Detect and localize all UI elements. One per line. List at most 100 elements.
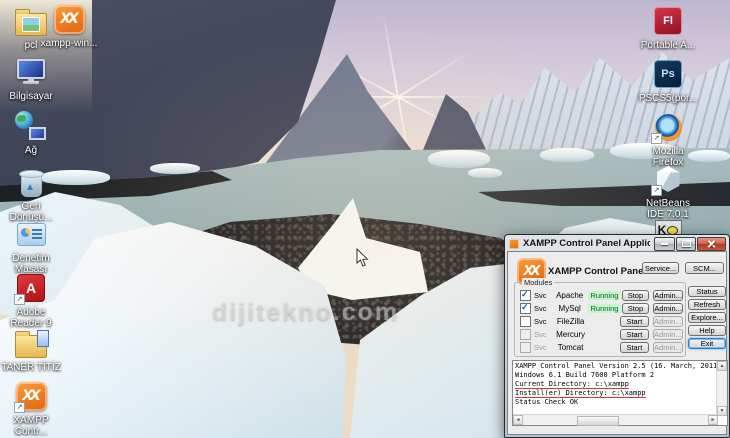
admin-button[interactable]: Admin... (653, 290, 683, 301)
svc-checkbox (520, 329, 531, 340)
icon-label: Ağ (24, 145, 38, 156)
desktop-icon-computer[interactable]: Bilgisayar (0, 55, 62, 102)
exit-button[interactable]: Exit (688, 338, 726, 349)
log-line: Windows 6.1 Build 7600 Platform 2 (515, 371, 655, 379)
flash-icon: Fl (651, 4, 685, 38)
icon-label: Bilgisayar (9, 91, 53, 102)
desktop: dijitekno.com pcl XX xampp-win... Bilgis… (0, 0, 730, 438)
status-button[interactable]: Status (688, 286, 726, 297)
explore-button[interactable]: Explore... (688, 312, 726, 323)
desktop-icon-netbeans[interactable]: NetBeans IDE 7.0.1 (637, 162, 699, 220)
computer-icon (14, 55, 48, 89)
desktop-icon-taner-titiz-folder[interactable]: TANER TİTİZ (0, 326, 62, 373)
start-button[interactable]: Start (620, 316, 649, 327)
module-name: Tomcat (557, 343, 584, 352)
svc-checkbox[interactable] (520, 302, 531, 314)
close-button[interactable] (697, 236, 726, 251)
icon-label: TANER TİTİZ (1, 362, 61, 373)
scroll-up-icon[interactable] (717, 361, 727, 371)
svc-checkbox[interactable] (520, 289, 531, 301)
scrollbar-thumb[interactable] (577, 416, 619, 426)
netbeans-icon (651, 162, 685, 196)
icon-label: xampp-win... (40, 38, 98, 49)
admin-button: Admin... (652, 316, 683, 327)
firefox-icon (651, 110, 685, 144)
photoshop-icon: Ps (651, 57, 685, 91)
watermark: dijitekno.com (212, 298, 400, 326)
start-button[interactable]: Start (620, 342, 649, 353)
admin-button: Admin... (652, 342, 683, 353)
folder-icon (14, 326, 49, 360)
minimize-icon (661, 242, 668, 245)
icon-label: PSCS5(por... (638, 93, 698, 104)
window-title: XAMPP Control Panel Application (523, 238, 650, 249)
shortcut-arrow-icon (14, 294, 25, 305)
scroll-left-icon[interactable] (513, 415, 523, 425)
refresh-button[interactable]: Refresh (688, 299, 726, 310)
desktop-icon-recycle-bin[interactable]: Geri Dönüşü... (0, 165, 62, 223)
svc-checkbox (520, 342, 531, 353)
floating-ice (540, 148, 594, 162)
xampp-icon: XX (14, 379, 48, 413)
module-row-mercury: Svc Mercury Start Admin... (518, 328, 683, 341)
desktop-icon-firefox[interactable]: Mozilla Firefox (637, 110, 699, 168)
module-row-apache: Svc Apache Running Stop Admin... (518, 289, 683, 302)
log-line: XAMPP Control Panel Version 2.5 (16. Mar… (515, 362, 716, 370)
scroll-right-icon[interactable] (708, 415, 718, 425)
desktop-icon-flash-portable[interactable]: Fl Portable A... (637, 4, 699, 51)
module-row-filezilla: Svc FileZilla Start Admin... (518, 315, 683, 328)
desktop-icon-xampp-installer[interactable]: XX xampp-win... (38, 2, 100, 49)
shortcut-arrow-icon (14, 402, 25, 413)
window-titlebar[interactable]: XAMPP Control Panel Application (505, 235, 729, 251)
network-icon (14, 109, 48, 143)
stop-button[interactable]: Stop (621, 290, 650, 301)
module-row-tomcat: Svc Tomcat Start Admin... (518, 341, 683, 354)
maximize-button[interactable] (676, 236, 696, 251)
floating-ice (428, 150, 490, 168)
module-name: MySql (558, 304, 581, 313)
xampp-icon: XX (52, 2, 86, 36)
help-button[interactable]: Help (688, 325, 726, 336)
svc-label: Svc (534, 317, 547, 326)
log-line: Status Check OK (515, 398, 579, 406)
control-panel-icon (14, 217, 48, 251)
start-button[interactable]: Start (620, 329, 649, 340)
service-button[interactable]: Service... (642, 262, 679, 274)
vertical-scrollbar[interactable] (716, 361, 727, 416)
desktop-icon-network[interactable]: Ağ (0, 109, 62, 156)
recycle-bin-icon (14, 165, 48, 199)
desktop-icon-photoshop[interactable]: Ps PSCS5(por... (637, 57, 699, 104)
log-output[interactable]: XAMPP Control Panel Version 2.5 (16. Mar… (512, 360, 728, 426)
minimize-button[interactable] (654, 236, 675, 251)
modules-label: Modules (522, 278, 555, 287)
module-name: Mercury (556, 330, 586, 339)
scm-button[interactable]: SCM... (685, 262, 724, 274)
window-client-area: XX XAMPP Control Panel Service... SCM...… (507, 251, 728, 435)
icon-label: Portable A... (640, 40, 696, 51)
icon-label: XAMPP Contr... (13, 415, 49, 437)
log-line: Install(er) Directory: c:\xampp (515, 389, 646, 398)
svc-checkbox[interactable] (520, 316, 531, 327)
horizontal-scrollbar[interactable] (513, 414, 718, 426)
module-name: FileZilla (556, 317, 585, 326)
admin-button[interactable]: Admin... (653, 303, 683, 314)
shortcut-arrow-icon (651, 185, 662, 196)
desktop-icon-control-panel[interactable]: Denetim Masası (0, 217, 62, 275)
log-text: XAMPP Control Panel Version 2.5 (16. Mar… (515, 362, 716, 415)
floating-ice (468, 168, 502, 178)
icon-label: pcl (24, 40, 38, 51)
log-line: Current Directory: c:\xampp (515, 380, 629, 389)
svc-label: Svc (534, 291, 547, 300)
floating-ice (150, 163, 200, 174)
module-status: Running (587, 291, 622, 300)
module-row-mysql: Svc MySql Running Stop Admin... (518, 302, 683, 315)
desktop-icon-adobe-reader[interactable]: A Adobe Reader 9 (0, 271, 62, 329)
desktop-icon-xampp-shortcut[interactable]: XX XAMPP Contr... (0, 379, 62, 437)
panel-title: XAMPP Control Panel (548, 266, 647, 277)
svc-label: Svc (534, 304, 547, 313)
stop-button[interactable]: Stop (621, 303, 650, 314)
xampp-window-icon (509, 238, 519, 249)
scroll-down-icon[interactable] (717, 406, 727, 416)
close-icon (707, 239, 716, 248)
xampp-window: XAMPP Control Panel Application XX XAMPP… (504, 234, 730, 438)
